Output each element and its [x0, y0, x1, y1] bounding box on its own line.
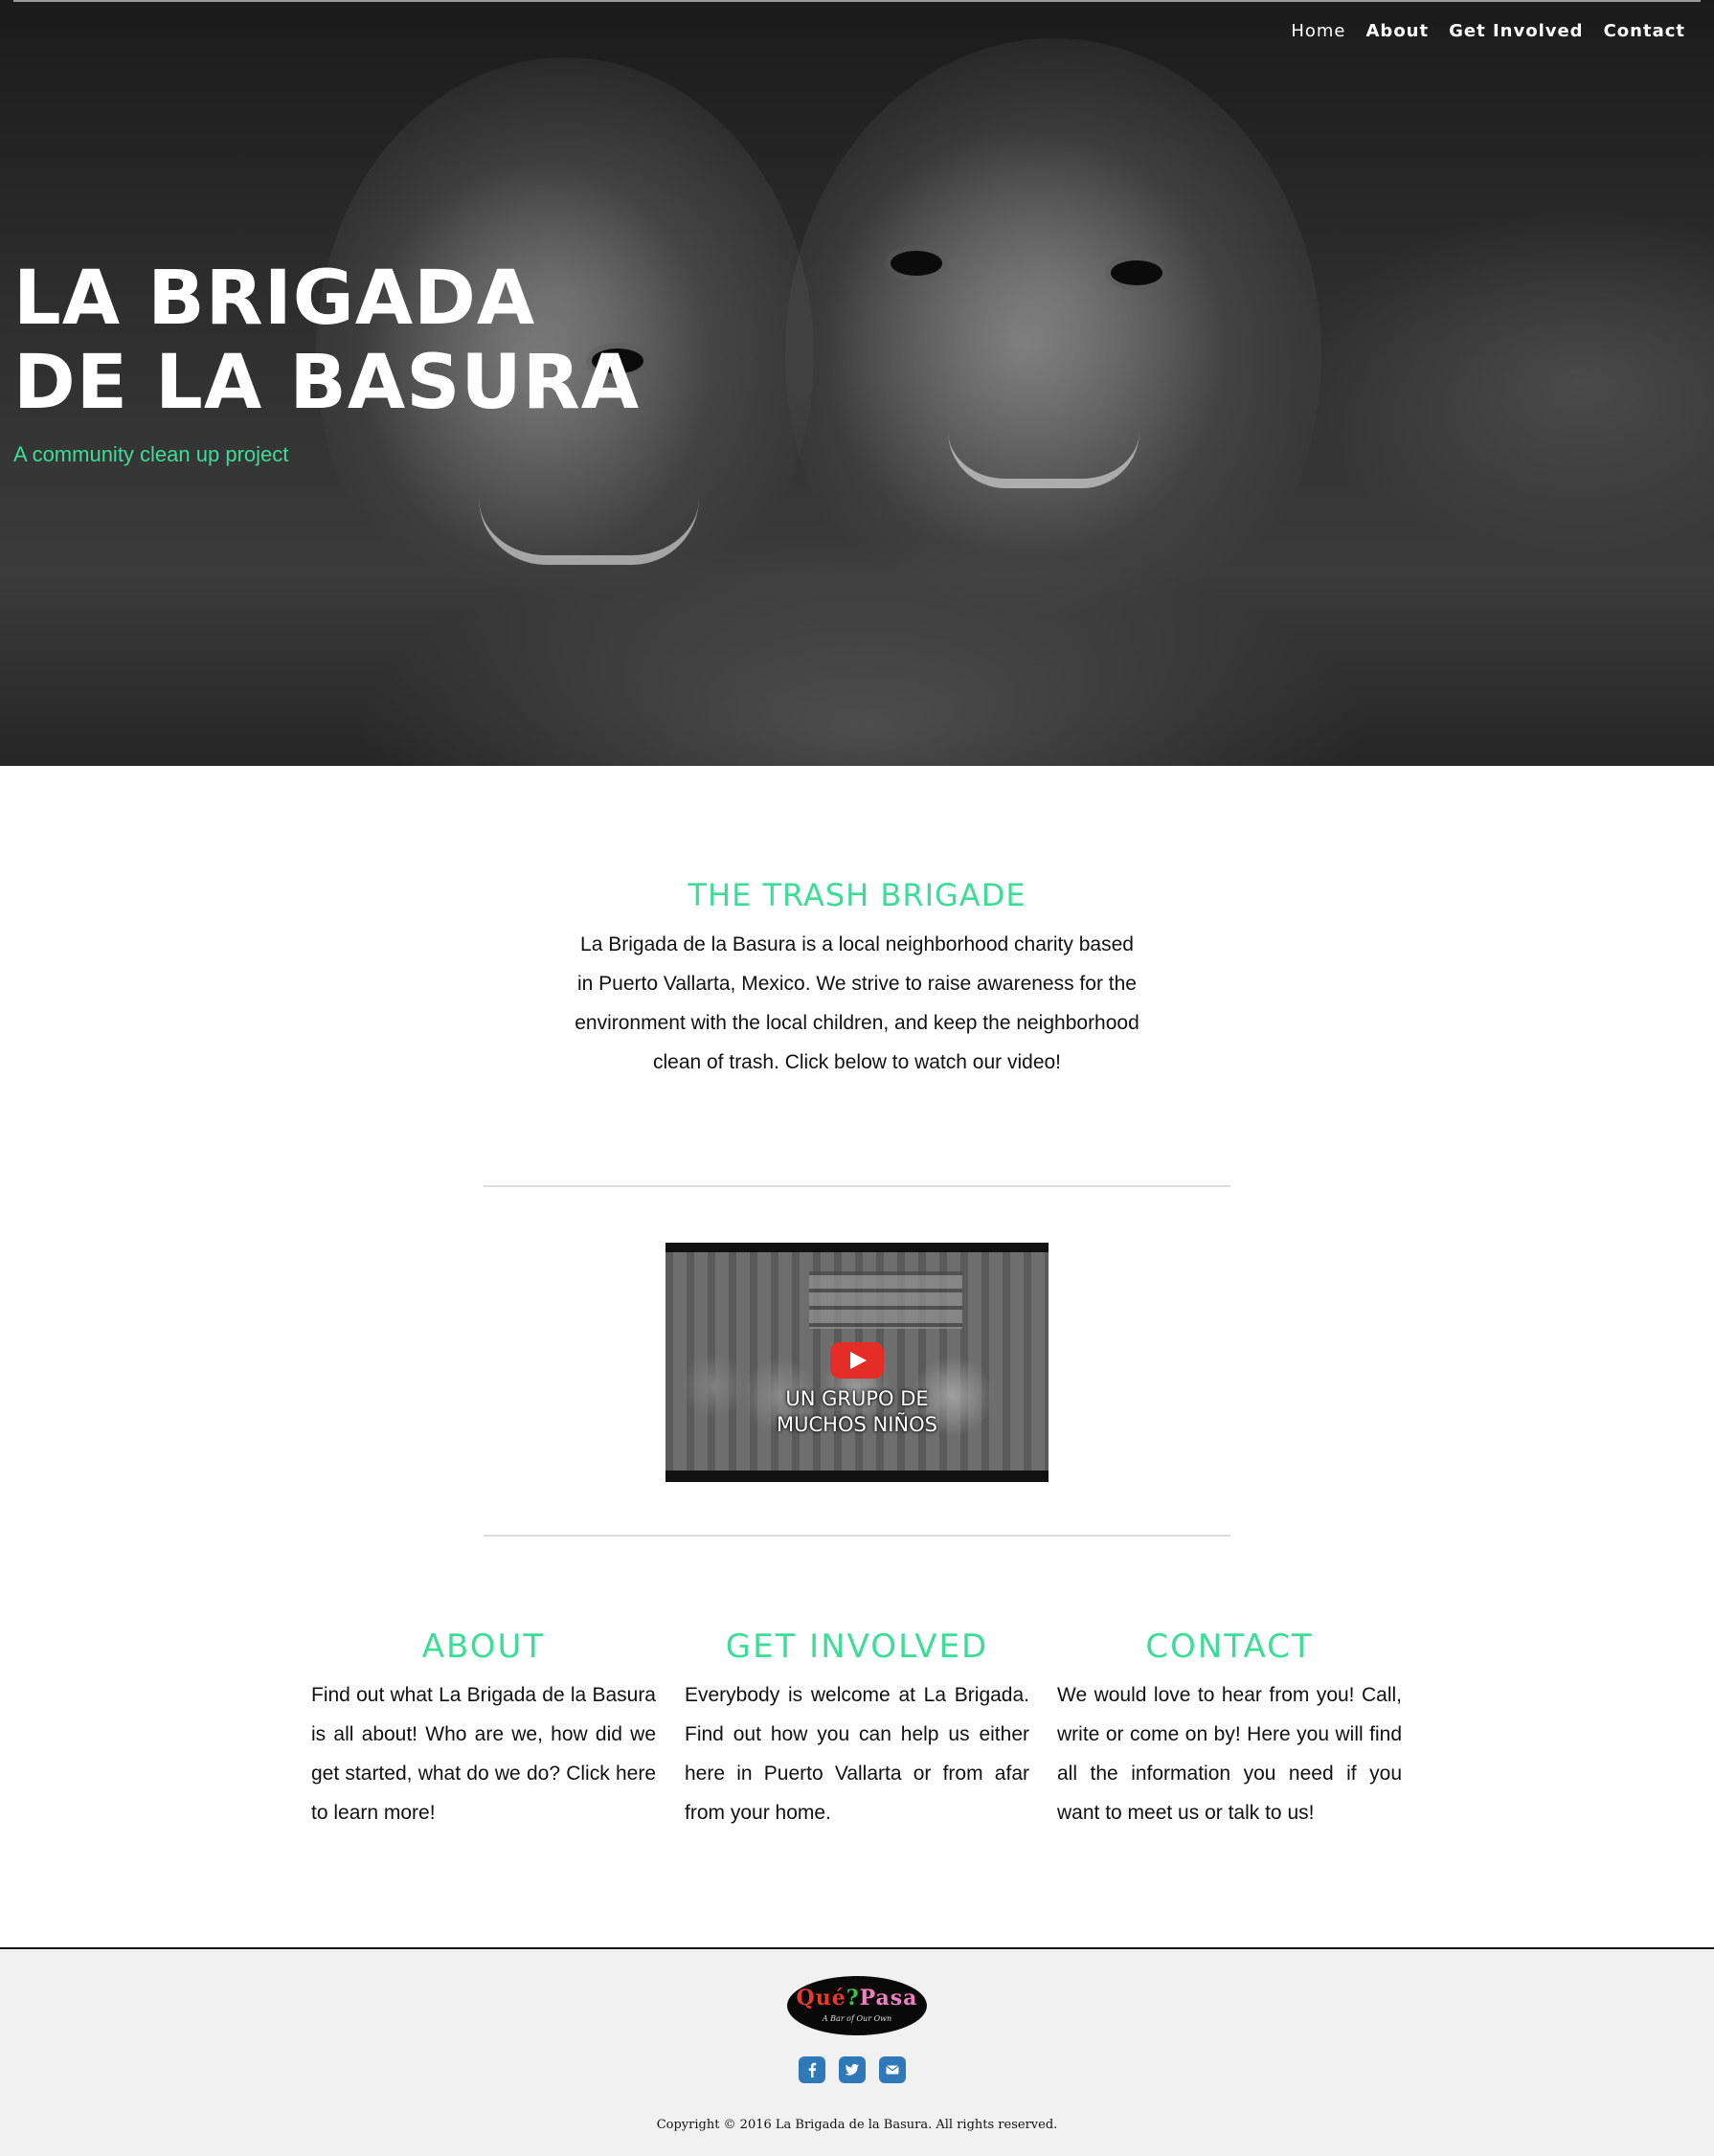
- get-involved-column: GET INVOLVED Everybody is welcome at La …: [685, 1628, 1029, 1832]
- hero-photo-eye: [891, 251, 942, 276]
- divider: [484, 1535, 1230, 1537]
- twitter-icon[interactable]: [839, 2056, 866, 2083]
- facebook-icon[interactable]: [799, 2056, 825, 2083]
- play-icon[interactable]: [830, 1342, 884, 1379]
- hero-title-line1: LA BRIGADA: [13, 256, 536, 342]
- divider: [484, 1185, 1230, 1187]
- hero-banner: Home About Get Involved Contact LA BRIGA…: [0, 0, 1714, 766]
- video-caption: UN GRUPO DE MUCHOS NIÑOS: [665, 1386, 1049, 1438]
- hero-top-line: [13, 0, 1701, 2]
- email-icon[interactable]: [879, 2056, 906, 2083]
- intro-text: La Brigada de la Basura is a local neigh…: [575, 933, 1139, 1073]
- nav-about-link[interactable]: About: [1366, 21, 1430, 41]
- hero-photo-eye: [1111, 260, 1162, 285]
- video-thumbnail-shelf: [809, 1271, 962, 1329]
- copyright-text: Copyright © 2016 La Brigada de la Basura…: [656, 2118, 1058, 2132]
- logo-wordmark: Qué?Pasa: [787, 1986, 927, 2010]
- get-involved-text: Everybody is welcome at La Brigada. Find…: [685, 1684, 1029, 1824]
- logo-word-que: Qué: [796, 1986, 846, 2010]
- nav-contact-link[interactable]: Contact: [1604, 21, 1685, 41]
- hero-photo-smile: [479, 498, 699, 565]
- nav-home-link[interactable]: Home: [1291, 21, 1345, 41]
- hero-photo-smile: [948, 431, 1139, 488]
- hero-subtitle: A community clean up project: [13, 442, 289, 466]
- main-nav: Home About Get Involved Contact: [1291, 21, 1685, 41]
- video-player[interactable]: UN GRUPO DE MUCHOS NIÑOS: [665, 1243, 1049, 1482]
- logo-question-mark: ?: [846, 1986, 860, 2010]
- contact-column: CONTACT We would love to hear from you! …: [1057, 1628, 1402, 1832]
- get-involved-title[interactable]: GET INVOLVED: [685, 1628, 1029, 1666]
- footer: Qué?Pasa A Bar of Our Own Copyright © 20…: [0, 1947, 1714, 2156]
- hero-title-line2: DE LA BASURA: [13, 340, 641, 426]
- logo-word-pasa: Pasa: [859, 1986, 918, 2010]
- about-title[interactable]: ABOUT: [311, 1628, 656, 1666]
- nav-get-involved-link[interactable]: Get Involved: [1449, 21, 1583, 41]
- about-column: ABOUT Find out what La Brigada de la Bas…: [311, 1628, 656, 1832]
- logo-tagline: A Bar of Our Own: [822, 2014, 892, 2023]
- que-pasa-logo[interactable]: Qué?Pasa A Bar of Our Own: [787, 1976, 927, 2035]
- video-caption-line1: UN GRUPO DE: [785, 1387, 929, 1410]
- hero-photo-child-right: [785, 38, 1321, 670]
- about-text: Find out what La Brigada de la Basura is…: [311, 1684, 656, 1824]
- hero-title: LA BRIGADA DE LA BASURA: [13, 257, 741, 425]
- contact-title[interactable]: CONTACT: [1057, 1628, 1402, 1666]
- video-caption-line2: MUCHOS NIÑOS: [777, 1413, 937, 1436]
- contact-text: We would love to hear from you! Call, wr…: [1057, 1684, 1402, 1824]
- intro-title: THE TRASH BRIGADE: [688, 877, 1026, 913]
- social-links: [799, 2056, 906, 2083]
